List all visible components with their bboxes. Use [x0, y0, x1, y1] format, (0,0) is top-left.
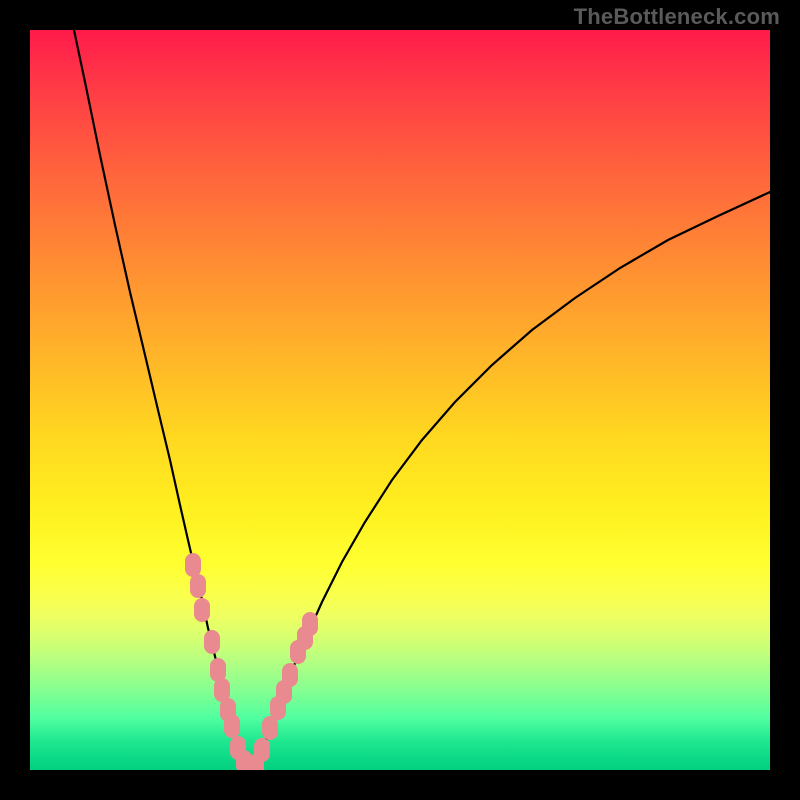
data-marker [282, 663, 298, 687]
data-marker [190, 574, 206, 598]
data-marker [194, 598, 210, 622]
watermark-text: TheBottleneck.com [574, 4, 780, 30]
plot-area [30, 30, 770, 770]
data-marker [254, 738, 270, 762]
data-marker [302, 612, 318, 636]
chart-container: TheBottleneck.com [0, 0, 800, 800]
data-marker [204, 630, 220, 654]
chart-svg [30, 30, 770, 770]
data-marker [224, 714, 240, 738]
right-curve [250, 192, 770, 769]
left-curve [74, 30, 250, 769]
curve-group [74, 30, 770, 769]
markers-right [248, 612, 318, 770]
markers-left [185, 553, 258, 770]
data-marker [185, 553, 201, 577]
